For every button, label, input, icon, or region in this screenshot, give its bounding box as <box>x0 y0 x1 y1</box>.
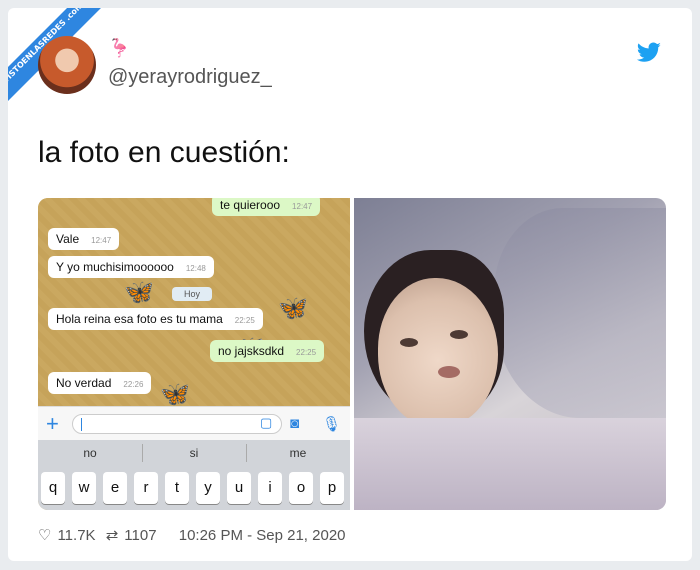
pillow <box>494 208 666 418</box>
microphone-icon[interactable]: 🎙 <box>322 415 341 433</box>
painted-eye <box>450 330 468 339</box>
chat-message-incoming: Vale 12:47 <box>48 228 120 250</box>
plus-icon[interactable]: + <box>46 411 59 437</box>
butterfly-decoration: 🦋 <box>160 381 190 408</box>
butterfly-decoration: 🦋 <box>278 295 308 322</box>
keyboard: no si me q w e r t y u i o p <box>38 440 350 510</box>
key-u[interactable]: u <box>227 472 251 504</box>
chat-screenshot: 🦋 🦋 🦋 🦋 te quierooo12:47 Vale12:47 Y yo … <box>38 198 350 510</box>
retweet-count: 1107 <box>124 527 157 544</box>
suggestion-no[interactable]: no <box>38 446 142 460</box>
timestamp[interactable]: 10:26 PM - Sep 21, 2020 <box>179 527 346 544</box>
key-q[interactable]: q <box>41 472 65 504</box>
chat-message-incoming: Hola reina esa foto es tu mama 22:25 <box>48 308 263 330</box>
chat-input-bar: + ▢ ◙ 🎙 <box>38 406 350 440</box>
chat-message-incoming: Y yo muchisimoooooo 12:48 <box>48 256 214 278</box>
sticker-icon[interactable]: ▢ <box>260 415 272 431</box>
painted-face <box>378 278 498 428</box>
key-o[interactable]: o <box>289 472 313 504</box>
key-i[interactable]: i <box>258 472 282 504</box>
tweet-media[interactable]: 🦋 🦋 🦋 🦋 te quierooo12:47 Vale12:47 Y yo … <box>38 198 666 510</box>
key-r[interactable]: r <box>134 472 158 504</box>
key-t[interactable]: t <box>165 472 189 504</box>
chat-day-label: Hoy <box>172 287 213 301</box>
suggestion-me[interactable]: me <box>246 446 350 460</box>
message-input[interactable] <box>72 414 282 434</box>
heart-icon[interactable]: ♡ <box>38 527 51 544</box>
chat-message-outgoing: te quierooo 12:47 <box>212 198 321 216</box>
painted-sheet <box>354 418 666 510</box>
retweet-icon[interactable]: ⇄ <box>106 527 119 544</box>
chat-message-outgoing: no jajsksdkd 22:25 <box>210 340 325 362</box>
key-w[interactable]: w <box>72 472 96 504</box>
key-p[interactable]: p <box>320 472 344 504</box>
flamingo-emoji: 🦩 <box>108 38 131 58</box>
tweet-card: VISTOENLASREDES .com 🦩 @yerayrodriguez_ … <box>8 8 692 561</box>
avatar[interactable] <box>38 36 96 94</box>
camera-icon[interactable]: ◙ <box>290 415 299 432</box>
butterfly-decoration: 🦋 <box>124 279 154 306</box>
key-y[interactable]: y <box>196 472 220 504</box>
suggestion-si[interactable]: si <box>142 446 246 460</box>
like-count: 11.7K <box>57 527 96 544</box>
key-e[interactable]: e <box>103 472 127 504</box>
tweet-text: la foto en cuestión: <box>38 136 290 169</box>
painted-eye <box>400 338 418 347</box>
painting-photo <box>354 198 666 510</box>
twitter-bird-icon[interactable] <box>636 42 662 64</box>
painted-mouth <box>438 366 460 378</box>
author-handle[interactable]: @yerayrodriguez_ <box>108 66 272 89</box>
text-caret <box>81 418 82 431</box>
tweet-stats: ♡ 11.7K ⇄ 1107 10:26 PM - Sep 21, 2020 <box>38 526 352 544</box>
chat-message-incoming: No verdad 22:26 <box>48 372 152 394</box>
